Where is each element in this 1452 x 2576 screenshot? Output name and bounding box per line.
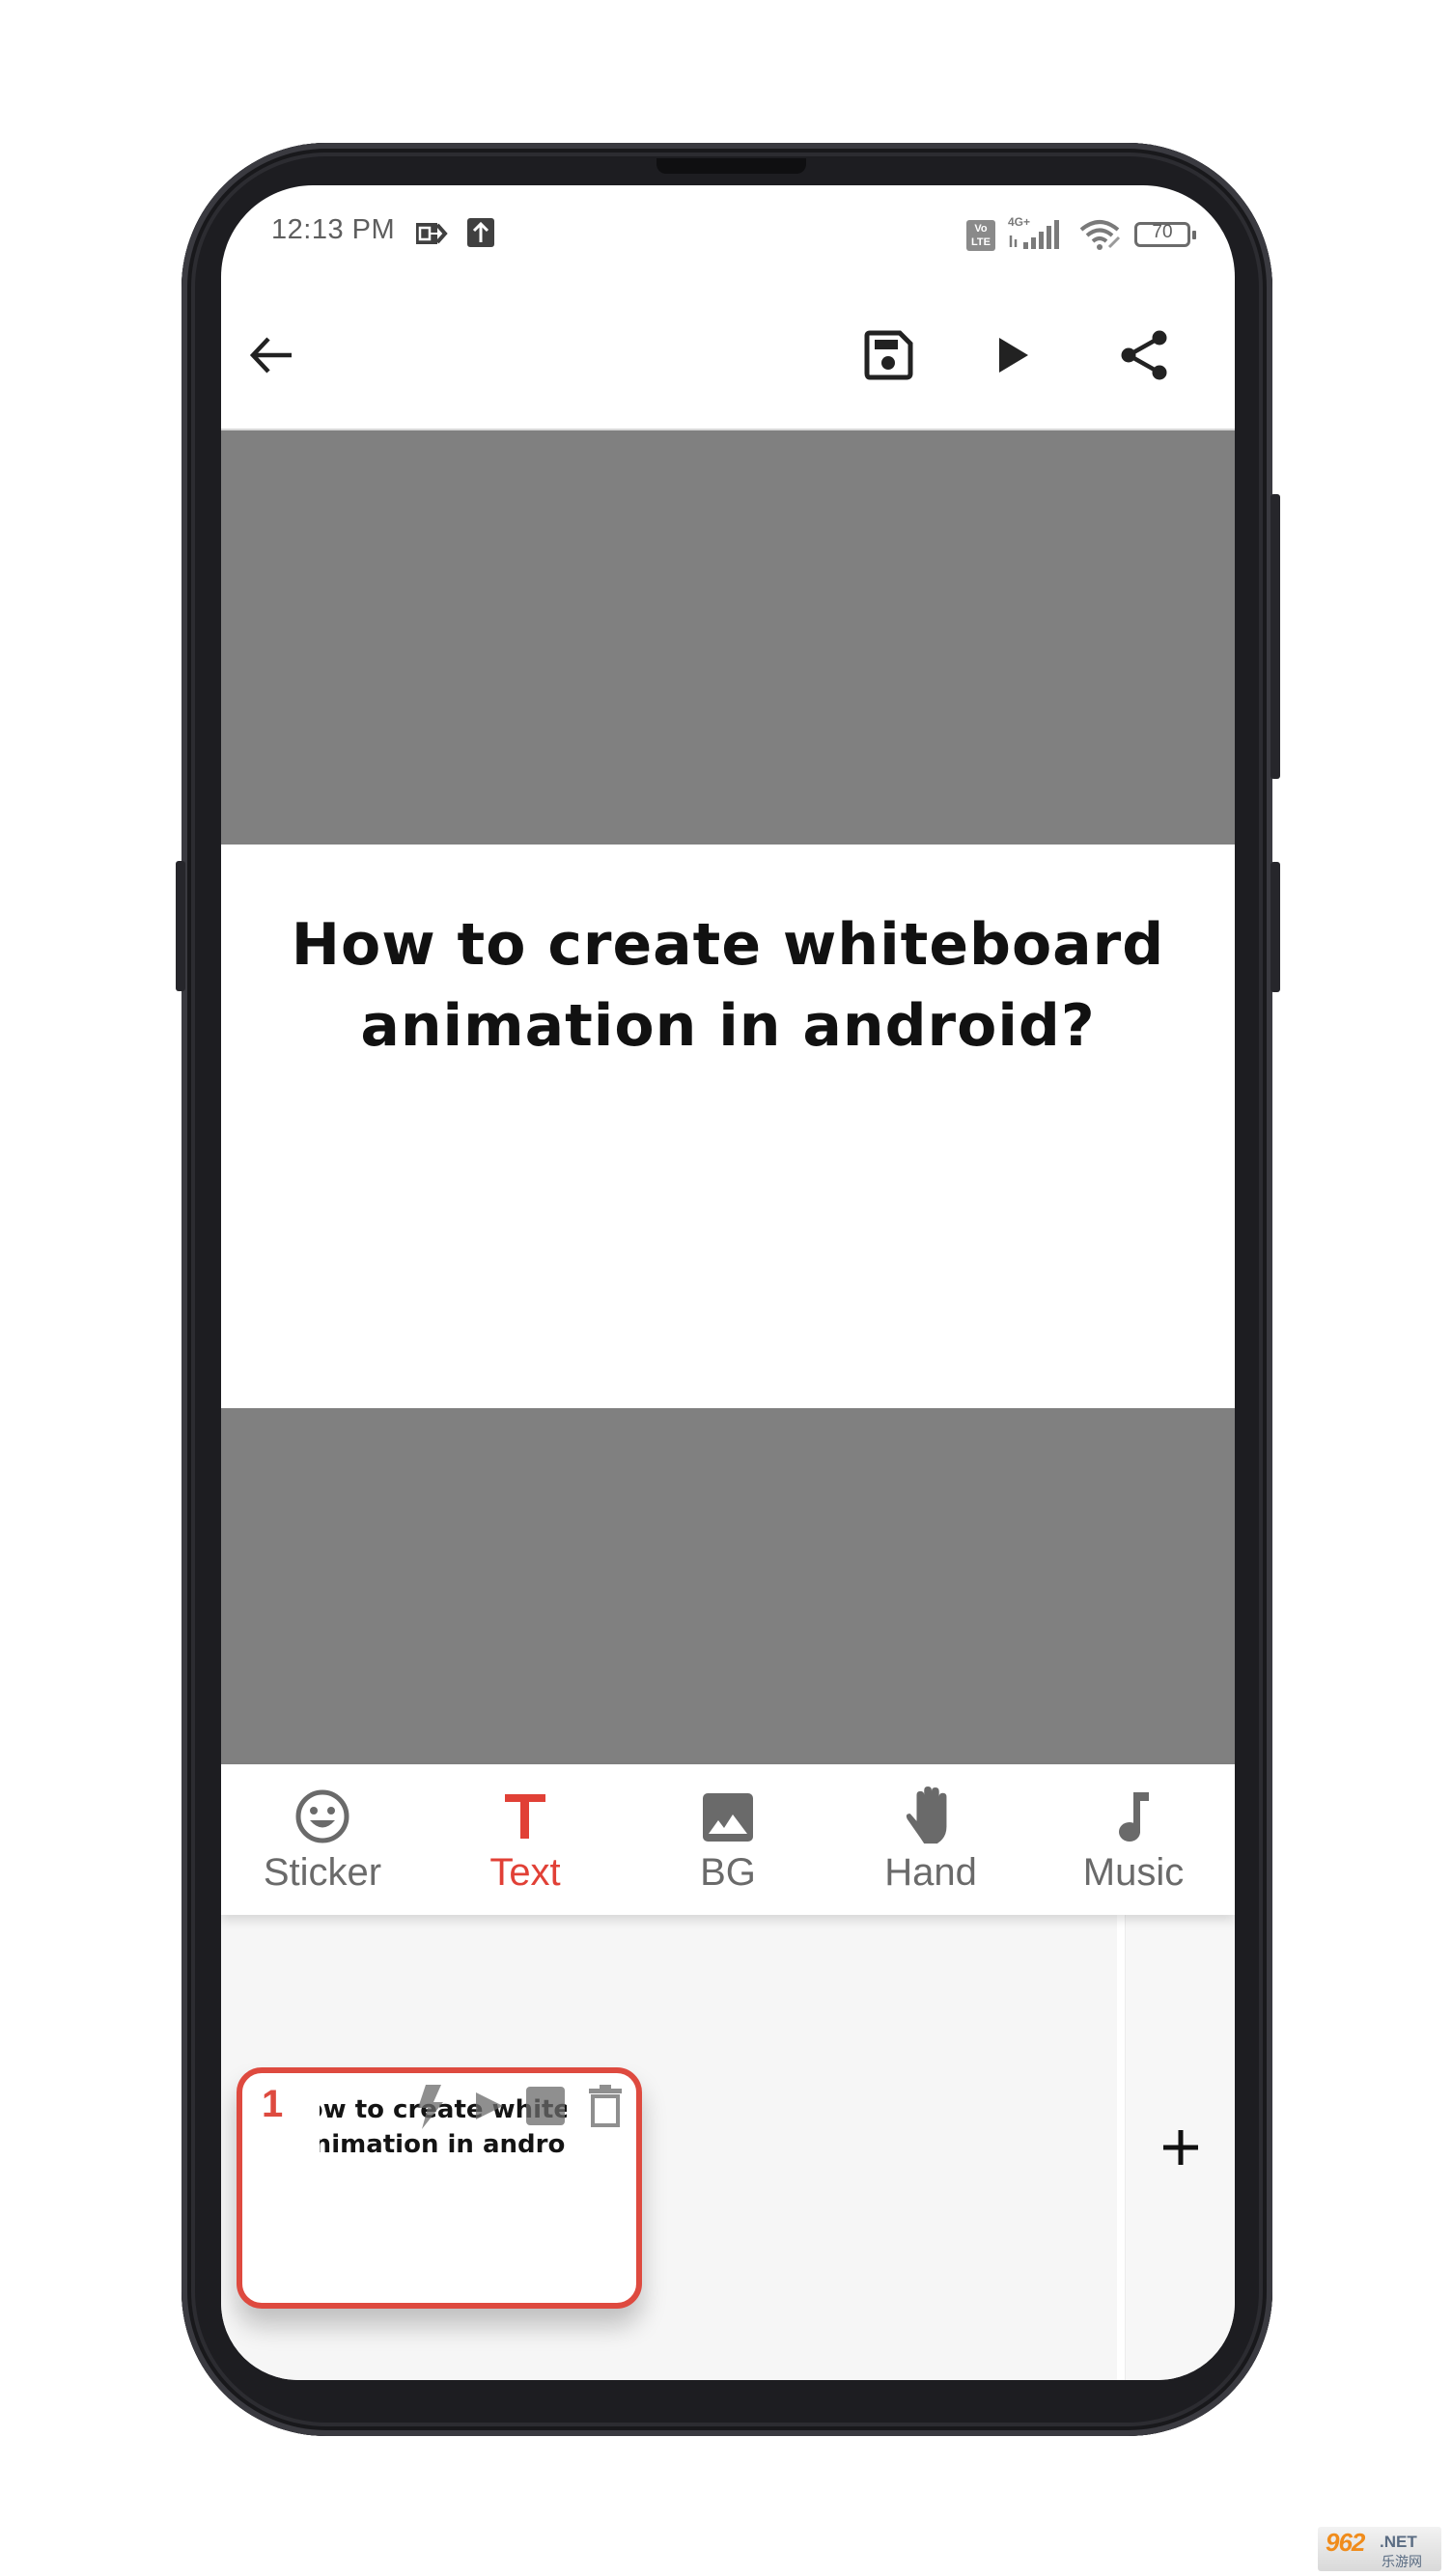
scene-number: 1 xyxy=(262,2083,284,2125)
smiley-icon xyxy=(293,1787,351,1845)
tab-bg[interactable]: BG xyxy=(627,1764,829,1915)
add-scene-button[interactable] xyxy=(1125,1915,1235,2380)
tool-tabs: Sticker Text BG Hand Music xyxy=(221,1764,1235,1915)
volte-icon: Vo LTE xyxy=(966,220,995,251)
tab-music[interactable]: Music xyxy=(1032,1764,1235,1915)
scene-tools xyxy=(412,2083,634,2131)
svg-text:4G+: 4G+ xyxy=(1008,215,1030,229)
phone-side-button-left xyxy=(176,861,185,991)
phone-volume-button xyxy=(1270,494,1280,779)
canvas-text-line-2: animation in android? xyxy=(360,992,1096,1060)
tab-label: Hand xyxy=(884,1851,977,1894)
share-icon xyxy=(1121,330,1167,380)
image-icon xyxy=(699,1787,757,1845)
music-note-icon xyxy=(1104,1787,1162,1845)
watermark-logo: 962 .NET 乐游网 xyxy=(1318,2527,1441,2571)
status-time: 12:13 PM xyxy=(271,214,396,245)
phone-screen: 12:13 PM Vo LTE 4G+ 70 How to create whi… xyxy=(221,185,1235,2380)
canvas-text-line-1: How to create whiteboard xyxy=(291,911,1165,979)
play-button[interactable] xyxy=(984,328,1042,382)
watermark-suffix: .NET xyxy=(1380,2533,1417,2551)
status-bar: 12:13 PM Vo LTE 4G+ 70 xyxy=(221,185,1235,282)
scene-preview-line-2: animation in android xyxy=(320,2130,567,2159)
phone-earpiece xyxy=(656,158,806,174)
watermark-sub: 乐游网 xyxy=(1382,2554,1422,2569)
whiteboard-canvas[interactable]: How to create whiteboard animation in an… xyxy=(221,845,1235,1408)
wifi-icon xyxy=(1078,218,1123,251)
arrow-left-icon xyxy=(249,337,292,374)
tab-label: Music xyxy=(1082,1851,1185,1894)
tab-sticker[interactable]: Sticker xyxy=(221,1764,424,1915)
tab-label: Sticker xyxy=(263,1851,382,1894)
share-button[interactable] xyxy=(1115,328,1173,382)
tab-label: Text xyxy=(489,1851,561,1894)
image-icon[interactable] xyxy=(524,2083,567,2129)
battery-level: 70 xyxy=(1152,222,1173,242)
hand-icon xyxy=(902,1787,960,1845)
scene-card-1[interactable]: 1 How to create whiteboard animation in … xyxy=(237,2067,642,2309)
play-icon xyxy=(999,338,1028,373)
play-icon[interactable] xyxy=(470,2083,513,2129)
phone-power-button xyxy=(1270,862,1280,992)
text-t-icon xyxy=(496,1787,554,1845)
app-bar xyxy=(221,282,1235,429)
plus-icon xyxy=(1162,2130,1198,2165)
floppy-disk-icon xyxy=(864,330,913,380)
signal-icon: 4G+ xyxy=(1008,214,1064,251)
save-button[interactable] xyxy=(859,328,917,382)
watermark-main: 962 xyxy=(1326,2528,1365,2557)
tab-hand[interactable]: Hand xyxy=(829,1764,1032,1915)
trash-icon[interactable] xyxy=(586,2083,628,2129)
tab-label: BG xyxy=(700,1851,756,1894)
notification-app-icon xyxy=(416,221,451,246)
lightning-icon[interactable] xyxy=(412,2083,455,2129)
canvas-text-element[interactable]: How to create whiteboard animation in an… xyxy=(221,904,1235,1066)
tab-text[interactable]: Text xyxy=(424,1764,627,1915)
upload-icon xyxy=(467,218,494,247)
back-button[interactable] xyxy=(242,328,300,382)
canvas-area: How to create whiteboard animation in an… xyxy=(221,429,1235,1764)
battery-icon: 70 xyxy=(1134,222,1196,247)
